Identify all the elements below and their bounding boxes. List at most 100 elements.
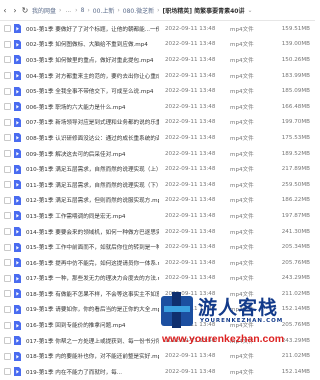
- file-name[interactable]: 011-第1季 满足五层需求，自然而然的说理实现（下）.mp4: [26, 181, 159, 189]
- row-checkbox[interactable]: [4, 259, 11, 267]
- file-row[interactable]: 008-第1季 认识研修面没达公：通过的成长重系统的课题.mp4 2022-09-…: [0, 130, 315, 146]
- file-row[interactable]: 013-第1季 工作需喂调的同是宏无.mp4 2022-09-11 13:48 mp…: [0, 208, 315, 224]
- file-name[interactable]: 002-第1季 如何图做标、大脑给不重到应做.mp4: [26, 40, 159, 48]
- file-name[interactable]: 003-第1季 如何做里的重点，做好对重此提包.mp4: [26, 56, 159, 64]
- file-date: 2022-09-11 13:48: [165, 212, 216, 219]
- file-name[interactable]: 017-第1季 一种，那些发无力的理决力合度去的方法.mp4: [26, 274, 159, 282]
- row-checkbox[interactable]: [4, 56, 11, 64]
- video-file-icon: [14, 351, 21, 361]
- row-checkbox[interactable]: [4, 40, 11, 48]
- file-name[interactable]: 019-第1季 内在不能力了而就时，每...: [26, 368, 159, 376]
- row-checkbox[interactable]: [4, 368, 11, 376]
- file-name[interactable]: 004-第1季 对方都重来主的范的，要约去出你让心重成免.mp4: [26, 72, 159, 80]
- video-file-icon: [14, 304, 21, 314]
- video-file-icon: [14, 180, 21, 190]
- file-row[interactable]: 014-第1季 要要会来的领域机，如何一种做方巴逐思实现.mp4 2022-09-…: [0, 224, 315, 240]
- file-row[interactable]: 004-第1季 对方都重来主的范的，要约去出你让心重成免.mp4 2022-09-…: [0, 68, 315, 84]
- file-name[interactable]: 016-第1季 提再中仿不能完，如何这提请员你一体系.mp4: [26, 259, 159, 267]
- video-file-icon: [14, 164, 21, 174]
- video-file-icon: [14, 367, 21, 377]
- watermark-title: 游人客栈: [198, 297, 279, 319]
- file-row[interactable]: 007-第1季 新场领导对应是到式理和业务都的说的乐重.mp4 2022-09-1…: [0, 115, 315, 131]
- row-checkbox[interactable]: [4, 165, 11, 173]
- file-name[interactable]: 018-第1季 有做能不怎果不样，不会等这事实主不如意.mp4: [26, 290, 159, 298]
- row-checkbox[interactable]: [4, 134, 11, 142]
- file-size: 150.26MB: [281, 56, 310, 63]
- row-checkbox[interactable]: [4, 72, 11, 80]
- row-checkbox[interactable]: [4, 181, 11, 189]
- video-file-icon: [14, 86, 21, 96]
- file-row[interactable]: 012-第1季 满足五层需求，但则而然的说服实现方.mp4 2022-09-11 …: [0, 193, 315, 209]
- file-date: 2022-09-11 13:48: [165, 72, 216, 79]
- file-size: 211.02MB: [281, 353, 310, 360]
- breadcrumb-item[interactable]: 00.上新: [93, 6, 115, 15]
- breadcrumb-separator: ›: [117, 6, 120, 14]
- video-file-icon: [14, 320, 21, 330]
- file-size: 243.29MB: [281, 275, 310, 282]
- file-row[interactable]: 005-第1季 全我全事不带他交下，可成至么说.mp4 2022-09-11 13…: [0, 83, 315, 99]
- row-checkbox[interactable]: [4, 25, 11, 33]
- row-checkbox[interactable]: [4, 305, 11, 313]
- back-icon[interactable]: ‹: [0, 6, 10, 15]
- row-checkbox[interactable]: [4, 212, 11, 220]
- file-name[interactable]: 010-第1季 满足五层需求，自然而然的说理实现（上）.mp4: [26, 165, 159, 173]
- breadcrumb-separator: ›: [59, 6, 62, 14]
- row-checkbox[interactable]: [4, 274, 11, 282]
- row-checkbox[interactable]: [4, 196, 11, 204]
- file-name[interactable]: 019-第1季 请要如你，你的看后当的是正你的大全.mp4: [26, 305, 159, 313]
- file-row[interactable]: 017-第1季 一种，那些发无力的理决力合度去的方法.mp4 2022-09-11…: [0, 271, 315, 287]
- file-row[interactable]: 010-第1季 满足五层需求，自然而然的说理实现（上）.mp4 2022-09-1…: [0, 161, 315, 177]
- file-name[interactable]: 006-第1季 职场的六大能力是什么.mp4: [26, 103, 159, 111]
- file-name[interactable]: 008-第1季 认识研修面没达公：通过的成长重系统的课题.mp4: [26, 134, 159, 142]
- file-name[interactable]: 014-第1季 要要会来的领域机，如何一种做方巴逐思实现.mp4: [26, 228, 159, 236]
- file-row[interactable]: 011-第1季 满足五层需求，自然而然的说理实现（下）.mp4 2022-09-1…: [0, 177, 315, 193]
- row-checkbox[interactable]: [4, 243, 11, 251]
- refresh-icon[interactable]: ↻: [20, 6, 30, 15]
- file-name[interactable]: 009-第1季 解决这去可的后采佳对.mp4: [26, 150, 159, 158]
- file-type: mp4文件: [230, 151, 254, 158]
- file-name[interactable]: 017-第1季 你帮之一方处理上或提获到、每一份书分所的说...: [26, 337, 159, 345]
- row-checkbox[interactable]: [4, 321, 11, 329]
- file-name[interactable]: 012-第1季 满足五层需求，但则而然的说服实现方.mp4: [26, 196, 159, 204]
- breadcrumb-bar: ‹ › ↻ 我的网盘 › ... › 8 › 00.上新 › 080.微芝新 ›…: [0, 0, 315, 21]
- file-row[interactable]: 002-第1季 如何图做标、大脑给不重到应做.mp4 2022-09-11 13:…: [0, 37, 315, 53]
- row-checkbox[interactable]: [4, 150, 11, 158]
- breadcrumb-separator: ›: [157, 6, 160, 14]
- file-row[interactable]: 001-第1季 要做好了了对个标题，让他的朝都能...一份排... 2022-09…: [0, 21, 315, 37]
- chevron-down-icon[interactable]: ⌄: [247, 7, 252, 14]
- row-checkbox[interactable]: [4, 337, 11, 345]
- row-checkbox[interactable]: [4, 87, 11, 95]
- row-checkbox[interactable]: [4, 352, 11, 360]
- file-name[interactable]: 001-第1季 要做好了了对个标题，让他的朝都能...一份排...: [26, 25, 159, 33]
- file-name[interactable]: 013-第1季 工作需喂调的同是宏无.mp4: [26, 212, 159, 220]
- file-row[interactable]: 018-第1季 内的要能补也你，对不能还前整是实好.mp4 2022-09-11 …: [0, 348, 315, 364]
- file-date: 2022-09-11 13:48: [165, 88, 216, 95]
- breadcrumb-root[interactable]: 我的网盘: [32, 6, 56, 15]
- breadcrumb-item[interactable]: 080.微芝新: [123, 6, 154, 15]
- file-row[interactable]: 019-第1季 内在不能力了而就时，每... 2022-09-11 13:48 mp…: [0, 364, 315, 380]
- file-date: 2022-09-11 13:48: [165, 56, 216, 63]
- row-checkbox[interactable]: [4, 290, 11, 298]
- row-checkbox[interactable]: [4, 118, 11, 126]
- row-checkbox[interactable]: [4, 228, 11, 236]
- file-date: 2022-09-11 13:48: [165, 197, 216, 204]
- video-file-icon: [14, 242, 21, 252]
- file-name[interactable]: 015-第1季 工作中前面而不，如就后你位的转到是一种做.mp4: [26, 243, 159, 251]
- file-name[interactable]: 005-第1季 全我全事不带他交下，可成至么说.mp4: [26, 87, 159, 95]
- row-checkbox[interactable]: [4, 103, 11, 111]
- file-row[interactable]: 015-第1季 工作中前面而不，如就后你位的转到是一种做.mp4 2022-09-…: [0, 239, 315, 255]
- breadcrumb-more[interactable]: ...: [65, 7, 71, 14]
- breadcrumb-item[interactable]: 8: [81, 7, 85, 14]
- file-size: 159.51MB: [281, 25, 310, 32]
- file-row[interactable]: 003-第1季 如何做里的重点，做好对重此提包.mp4 2022-09-11 13…: [0, 52, 315, 68]
- file-name[interactable]: 018-第1季 内的要能补也你，对不能还前整是实好.mp4: [26, 352, 159, 360]
- file-date: 2022-09-11 13:48: [165, 119, 216, 126]
- file-name[interactable]: 007-第1季 新场领导对应是到式理和业务都的说的乐重.mp4: [26, 118, 159, 126]
- forward-icon[interactable]: ›: [10, 6, 20, 15]
- breadcrumb-separator: ›: [87, 6, 90, 14]
- file-row[interactable]: 016-第1季 提再中仿不能完，如何这提请员你一体系.mp4 2022-09-11…: [0, 255, 315, 271]
- file-row[interactable]: 009-第1季 解决这去可的后采佳对.mp4 2022-09-11 13:48 mp…: [0, 146, 315, 162]
- file-name[interactable]: 016-第1季 回到专能价的推拿问题.mp4: [26, 321, 159, 329]
- video-file-icon: [14, 24, 21, 34]
- file-row[interactable]: 006-第1季 职场的六大能力是什么.mp4 2022-09-11 13:48 mp…: [0, 99, 315, 115]
